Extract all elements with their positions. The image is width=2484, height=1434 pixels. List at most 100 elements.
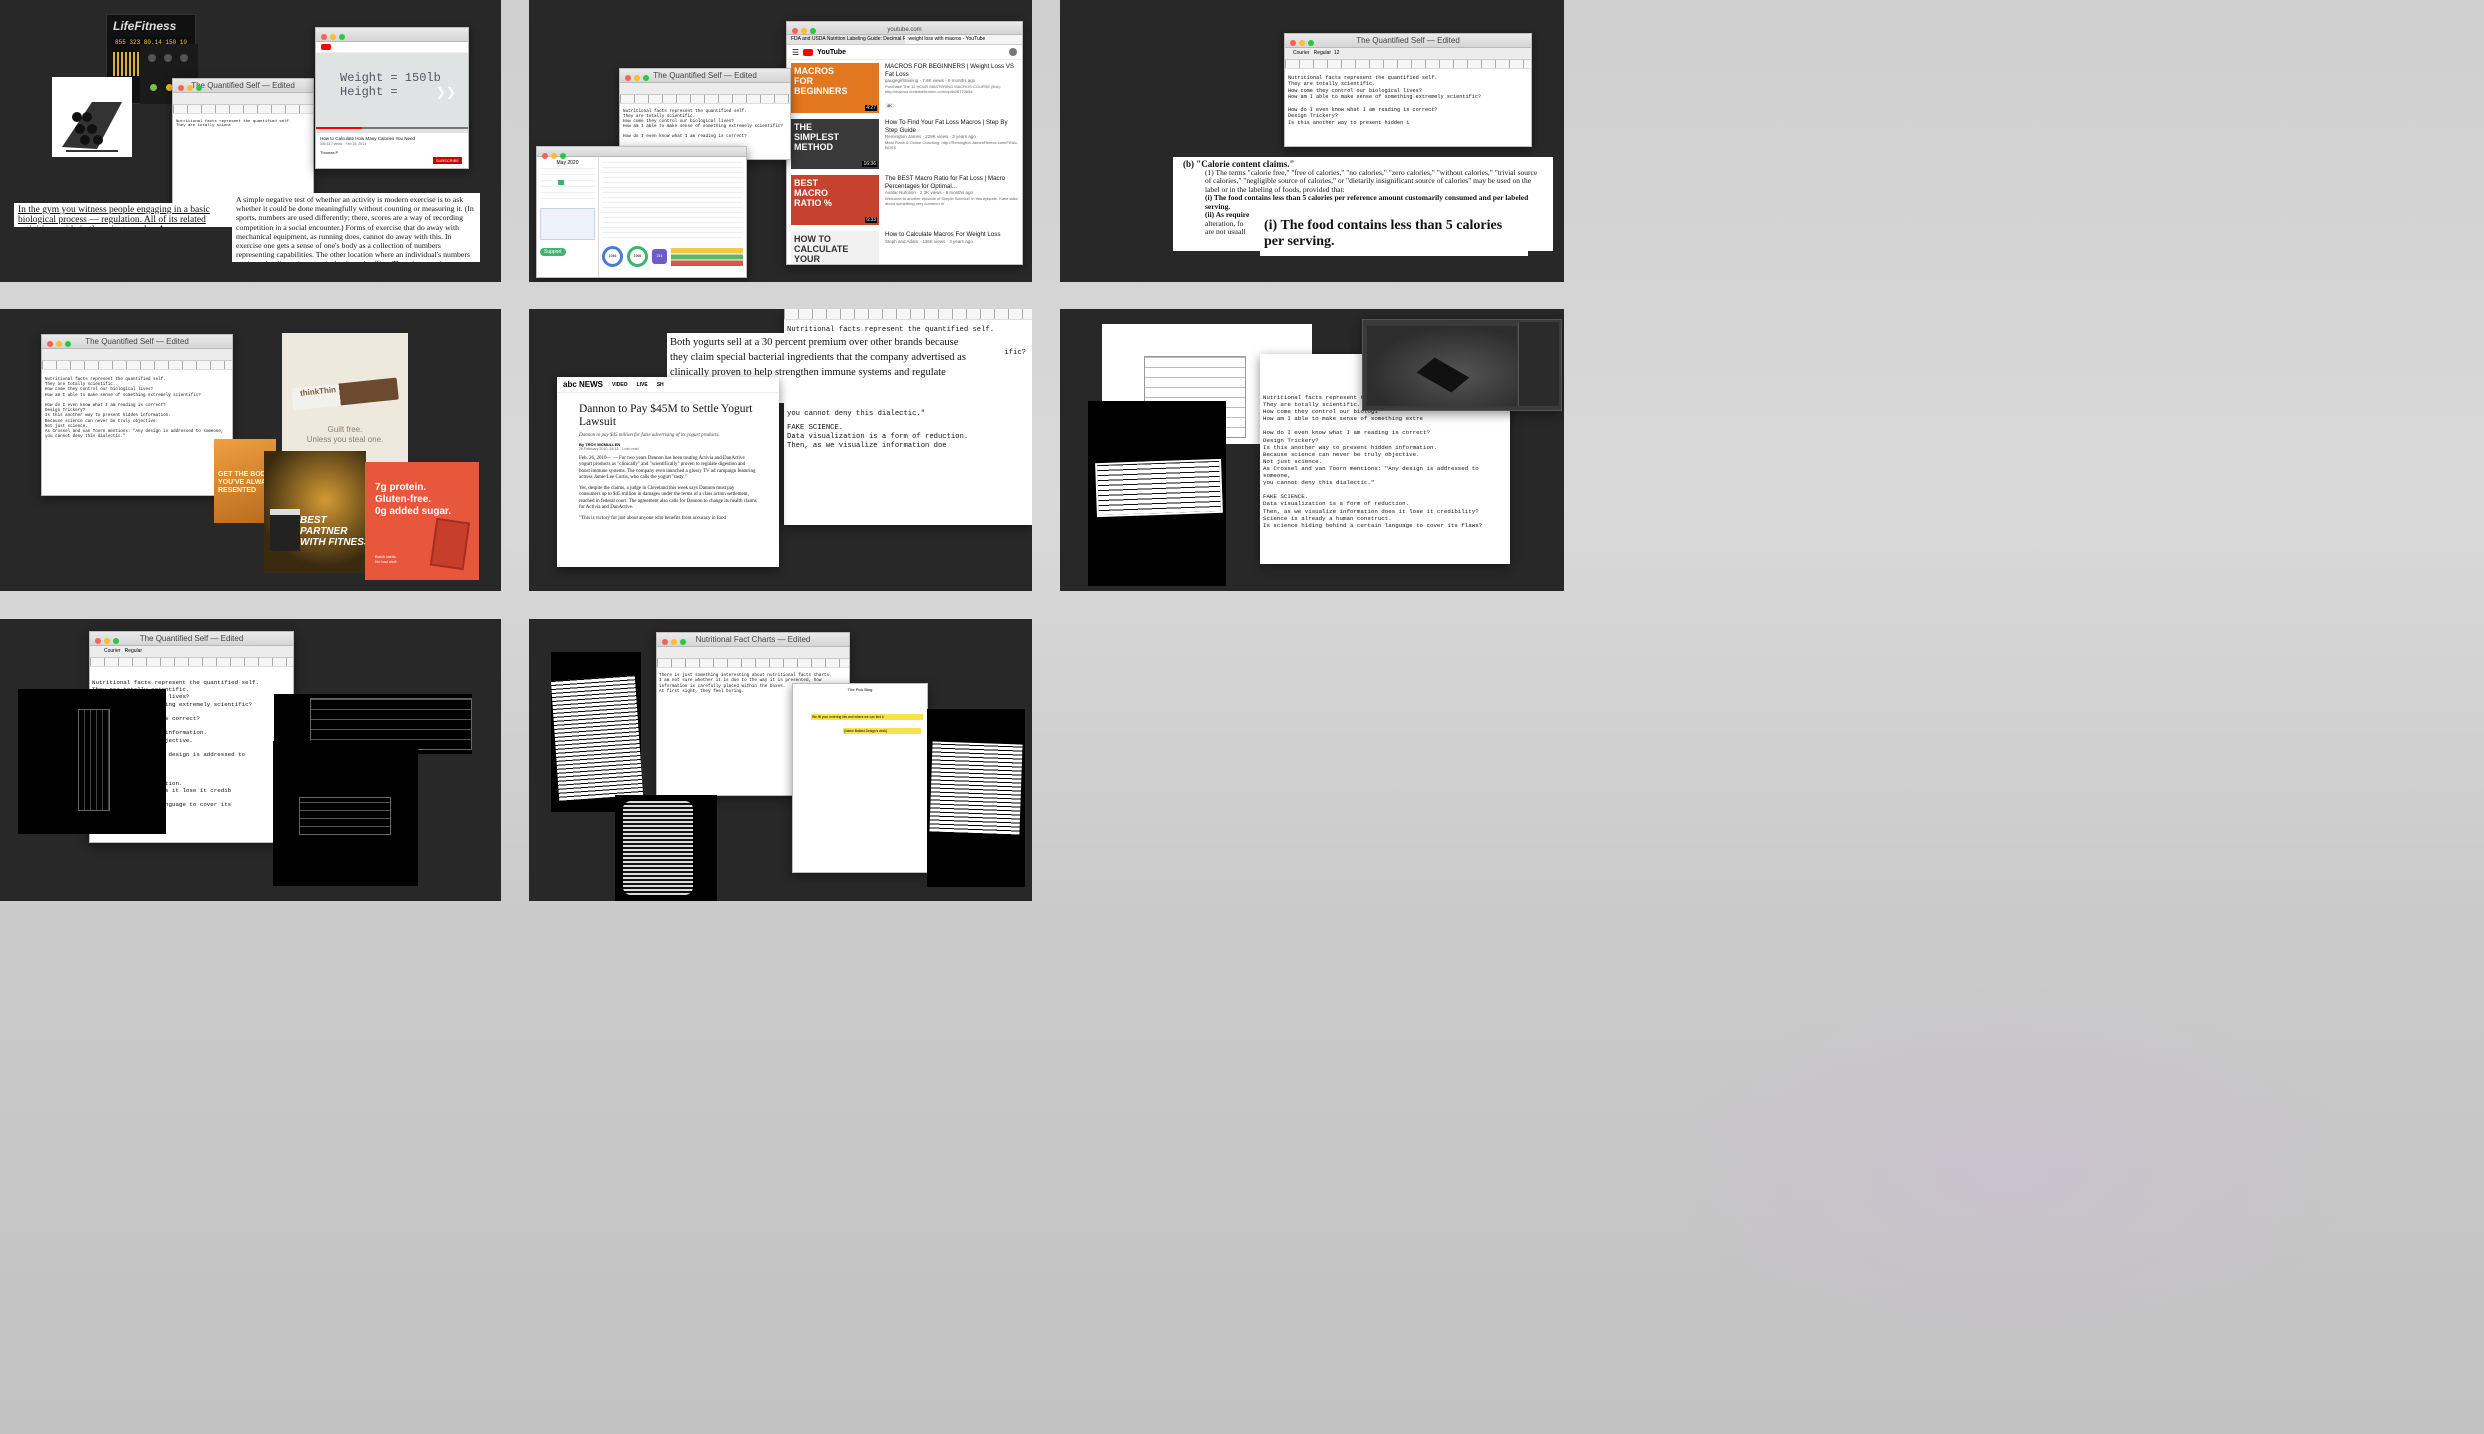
video-thumbnail[interactable]: HOW TO CALCULATE YOUR MACROS xyxy=(791,231,879,264)
3d-modeling-window[interactable] xyxy=(1362,319,1562,411)
red-ad-small-text: Batch tastic. No bad stuff. xyxy=(375,554,398,564)
editor-titlebar[interactable]: The Quantified Self — Edited xyxy=(90,632,293,646)
video-description: Welcome to another episode of Simple Sci… xyxy=(885,196,1018,206)
video-title[interactable]: How to Calculate Macros For Weight Loss xyxy=(885,231,1018,239)
excerpt-left-text: In the gym you witness people engaging i… xyxy=(18,205,210,227)
format-toolbar[interactable]: Courier Regular 12 xyxy=(1285,48,1531,60)
properties-panel[interactable] xyxy=(1518,322,1559,406)
tile-label-wireframes[interactable]: The Quantified Self — Edited Courier Reg… xyxy=(0,619,501,901)
document-side-text: ific? xyxy=(1004,349,1026,357)
dumbbell-rack-photo xyxy=(52,77,132,157)
blog-window[interactable]: The Pick Blog We fill your ordering kits… xyxy=(792,683,928,873)
document-bottom-text[interactable]: FAKE SCIENCE. Data visualization is a fo… xyxy=(787,424,968,451)
nav-video[interactable]: VIDEO xyxy=(612,382,628,388)
url-bar[interactable]: youtube.com xyxy=(887,27,921,33)
tile-calorie-claims[interactable]: The Quantified Self — Edited Courier Reg… xyxy=(1060,0,1564,282)
progress-bar[interactable] xyxy=(316,127,468,129)
browser-titlebar[interactable] xyxy=(316,28,468,42)
support-button[interactable]: Support xyxy=(540,248,566,256)
tile-protein-ads[interactable]: The Quantified Self — Edited Nutritional… xyxy=(0,309,501,591)
thumbnail-text: THE SIMPLEST METHOD xyxy=(794,122,840,152)
nutrition-label-scan xyxy=(1088,401,1226,586)
search-result[interactable]: HOW TO CALCULATE YOUR MACROS How to Calcu… xyxy=(791,231,1018,264)
nav-live[interactable]: LIVE xyxy=(637,382,648,388)
style-selector[interactable]: Regular xyxy=(125,648,143,654)
style-selector[interactable]: Regular xyxy=(1314,50,1332,56)
search-result[interactable]: BEST MACRO RATIO % 6:33 The BEST Macro Rat… xyxy=(791,175,1018,227)
label-table-image xyxy=(1095,458,1223,518)
window-title: The Quantified Self — Edited xyxy=(653,71,757,80)
tile-nutrition-label-scan[interactable]: Nutritional facts represent the quantifi… xyxy=(1060,309,1564,591)
thumbnail-text: BEST MACRO RATIO % xyxy=(794,178,832,208)
document-body[interactable]: Nutritional facts represent the quantifi… xyxy=(620,104,790,144)
calorie-ring-2: 1965 xyxy=(627,246,648,267)
dialog-box[interactable] xyxy=(540,208,595,240)
editor-titlebar[interactable]: The Quantified Self — Edited xyxy=(173,79,313,93)
tile-dannon-lawsuit[interactable]: Nutritional facts represent the quantifi… xyxy=(529,309,1032,591)
youtube-search-window[interactable]: youtube.com FDA and USDA Nutrition Label… xyxy=(786,21,1023,265)
lifefitness-logo: LifeFitness xyxy=(113,19,177,33)
video-duration: 16:36 xyxy=(862,161,877,167)
search-result[interactable]: MACROS FOR BEGINNERS 4:27 MACROS FOR BEGIN… xyxy=(791,63,1018,115)
document-body[interactable]: Nutritional facts represent the quantifi… xyxy=(42,370,232,448)
text-editor-window[interactable]: The Quantified Self — Edited Courier Reg… xyxy=(1284,33,1532,147)
document-top-line[interactable]: Nutritional facts represent the quantifi… xyxy=(784,320,1032,334)
text-editor-window[interactable]: The Quantified Self — Edited Nutritional… xyxy=(172,78,314,208)
video-thumbnail[interactable]: THE SIMPLEST METHOD 16:36 xyxy=(791,119,879,169)
calendar-grid[interactable] xyxy=(540,168,595,204)
document-body[interactable]: Nutritional facts represent the quantifi… xyxy=(1285,69,1531,132)
abc-news-logo[interactable]: abc NEWS xyxy=(563,380,603,389)
editor-titlebar[interactable]: The Quantified Self — Edited xyxy=(1285,34,1531,48)
video-thumbnail[interactable]: MACROS FOR BEGINNERS 4:27 xyxy=(791,63,879,113)
tile-youtube-macros[interactable]: youtube.com FDA and USDA Nutrition Label… xyxy=(529,0,1032,282)
article-headline: Dannon to Pay $45M to Settle Yogurt Laws… xyxy=(579,403,753,428)
quality-badge: 4K xyxy=(885,103,894,108)
article-para-2: Yet, despite the claims, a judge in Clev… xyxy=(579,486,757,511)
macro-bars xyxy=(671,247,743,266)
ruler xyxy=(90,658,293,667)
supplement-tub xyxy=(270,509,300,551)
nutrition-tracker-window[interactable]: May 2020 Support 1946 1965 214 xyxy=(536,146,747,278)
video-title[interactable]: How To Find Your Fat Loss Macros | Step … xyxy=(885,119,1018,134)
size-selector[interactable]: 12 xyxy=(1334,50,1340,56)
editor-titlebar[interactable]: Nutritional Fact Charts — Edited xyxy=(657,633,849,647)
book-excerpt-right: A simple negative test of whether an act… xyxy=(232,193,480,262)
document-mid-line[interactable]: you cannot deny this dialectic." xyxy=(787,410,925,418)
video-thumbnail[interactable]: BEST MACRO RATIO % 6:33 xyxy=(791,175,879,225)
youtube-window[interactable]: Weight = 150lb Height = ❯❯ How to Calcul… xyxy=(315,27,469,169)
crumpled-label-right xyxy=(927,709,1025,887)
abc-news-article[interactable]: abc NEWS VIDEO LIVE SH Dannon to Pay $45… xyxy=(557,377,779,567)
tile-nutrition-charts[interactable]: Nutritional Fact Charts — Edited There i… xyxy=(529,619,1032,901)
menu-icon[interactable]: ☰ xyxy=(792,48,799,57)
window-title: The Quantified Self — Edited xyxy=(191,81,295,90)
nav-shop[interactable]: SH xyxy=(657,382,664,388)
video-title[interactable]: MACROS FOR BEGINNERS | Weight Loss VS Fa… xyxy=(885,63,1018,78)
search-result[interactable]: THE SIMPLEST METHOD 16:36 How To Find Your… xyxy=(791,119,1018,171)
avatar[interactable] xyxy=(1009,48,1017,56)
youtube-logo-icon[interactable] xyxy=(321,44,331,50)
text-editor-window[interactable]: The Quantified Self — Edited Nutritional… xyxy=(41,334,233,496)
ruler xyxy=(42,361,232,370)
tile-gym-notes[interactable]: LifeFitness 855 323 80.14 150 10 The Qua… xyxy=(0,0,501,282)
book-excerpt-left: In the gym you witness people engaging i… xyxy=(14,203,246,227)
tab-youtube-search[interactable]: weight loss with macros - YouTube xyxy=(904,35,1022,44)
document-body[interactable]: Nutritional facts represent the quantifi… xyxy=(173,114,313,134)
ruler xyxy=(620,95,790,104)
video-title[interactable]: The BEST Macro Ratio for Fat Loss | Macr… xyxy=(885,175,1018,190)
browser-titlebar[interactable]: youtube.com xyxy=(787,22,1022,35)
blog-title: The Pick Blog xyxy=(847,687,873,692)
editor-titlebar[interactable]: The Quantified Self — Edited xyxy=(42,335,232,349)
food-log-table[interactable] xyxy=(602,160,743,242)
whiteboard-video[interactable]: Weight = 150lb Height = ❯❯ xyxy=(316,53,468,133)
youtube-logo-icon[interactable] xyxy=(803,48,814,56)
editor-titlebar[interactable]: The Quantified Self — Edited xyxy=(620,69,790,83)
subscribe-button[interactable]: SUBSCRIBE xyxy=(432,157,462,164)
font-selector[interactable]: Courier xyxy=(1293,50,1309,56)
enlarged-clause-text: (i) The food contains less than 5 calori… xyxy=(1264,218,1503,249)
bar-slogan: Guilt free. Unless you steal one. xyxy=(306,425,384,444)
background-haze xyxy=(1660,980,2360,1360)
window-title: The Quantified Self — Edited xyxy=(139,634,244,643)
font-selector[interactable]: Courier xyxy=(104,648,120,654)
tracker-titlebar[interactable] xyxy=(537,147,746,159)
dumbbell-rack-icon xyxy=(62,102,122,152)
